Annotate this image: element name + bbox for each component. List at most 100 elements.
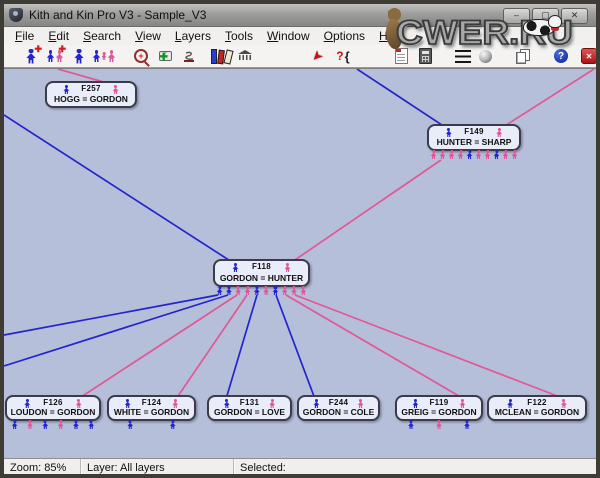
- family-box-F119[interactable]: F119GREIG = GORDON: [395, 395, 483, 421]
- lines-glyph: [455, 50, 471, 63]
- family-box-F126[interactable]: F126LOUDON = GORDON: [5, 395, 101, 421]
- children-row: [109, 419, 194, 429]
- child-male-icon[interactable]: [72, 420, 79, 429]
- child-male-icon[interactable]: [466, 150, 473, 159]
- wife-icon[interactable]: [112, 85, 119, 94]
- menu-help[interactable]: Help: [372, 28, 411, 44]
- family-box-F149[interactable]: F149HUNTER = SHARP: [427, 124, 521, 151]
- relationship-line: [500, 69, 594, 129]
- child-male-icon[interactable]: [88, 420, 95, 429]
- family-icon[interactable]: [92, 46, 116, 66]
- child-male-icon[interactable]: [493, 150, 500, 159]
- books-icon[interactable]: [210, 46, 232, 66]
- add-family-icon[interactable]: ✚: [44, 46, 66, 66]
- family-box-F122[interactable]: F122MCLEAN = GORDON: [487, 395, 587, 421]
- report-icon[interactable]: [390, 46, 412, 66]
- close-button[interactable]: ✕: [561, 8, 588, 24]
- family-id: F118: [215, 262, 308, 271]
- family-id: F244: [299, 398, 378, 407]
- child-female-icon[interactable]: [244, 286, 251, 295]
- menu-search[interactable]: Search: [76, 28, 128, 44]
- family-box-F124[interactable]: F124WHITE = GORDON: [107, 395, 196, 421]
- menu-window[interactable]: Window: [260, 28, 317, 44]
- child-female-icon[interactable]: [436, 420, 443, 429]
- child-female-icon[interactable]: [235, 286, 242, 295]
- family-label: GREIG = GORDON: [397, 407, 481, 417]
- relationship-line: [289, 160, 441, 264]
- family-label: LOUDON = GORDON: [7, 407, 99, 417]
- line-styles-icon[interactable]: [452, 46, 474, 66]
- red-pointer-icon[interactable]: ➤: [306, 46, 328, 66]
- child-male-icon[interactable]: [408, 420, 415, 429]
- relationship-line: [176, 295, 247, 399]
- child-female-icon[interactable]: [502, 150, 509, 159]
- signature-pen-icon[interactable]: [178, 46, 200, 66]
- child-female-icon[interactable]: [281, 286, 288, 295]
- family-label: GORDON = COLE: [299, 407, 378, 417]
- child-female-icon[interactable]: [457, 150, 464, 159]
- add-chart-item-icon[interactable]: T✚: [154, 46, 176, 66]
- exit-icon[interactable]: ✕: [578, 46, 600, 66]
- bank-glyph: [238, 50, 252, 62]
- person-icon[interactable]: [68, 46, 90, 66]
- window-title: Kith and Kin Pro V3 - Sample_V3: [29, 8, 206, 22]
- family-label: GORDON = LOVE: [209, 407, 290, 417]
- child-female-icon[interactable]: [57, 420, 64, 429]
- calculator-icon[interactable]: [414, 46, 436, 66]
- child-male-icon[interactable]: [225, 286, 232, 295]
- child-female-icon[interactable]: [511, 150, 518, 159]
- child-male-icon[interactable]: [272, 286, 279, 295]
- status-zoom: Zoom: 85%: [4, 459, 81, 477]
- relationship-line: [357, 69, 448, 129]
- child-female-icon[interactable]: [484, 150, 491, 159]
- wife-icon[interactable]: [496, 128, 503, 137]
- minimize-button[interactable]: –: [503, 8, 530, 24]
- child-male-icon[interactable]: [11, 420, 18, 429]
- plus-glyph: ✚: [58, 45, 66, 54]
- child-male-icon[interactable]: [127, 420, 134, 429]
- help-icon[interactable]: ?: [550, 46, 572, 66]
- menu-tools[interactable]: Tools: [218, 28, 260, 44]
- maximize-button[interactable]: ▢: [532, 8, 559, 24]
- relationship-line: [276, 295, 315, 399]
- menu-edit[interactable]: Edit: [41, 28, 76, 44]
- child-male-icon[interactable]: [42, 420, 49, 429]
- menu-file[interactable]: File: [8, 28, 41, 44]
- title-bar[interactable]: Kith and Kin Pro V3 - Sample_V3 – ▢ ✕: [4, 4, 596, 27]
- child-female-icon[interactable]: [300, 286, 307, 295]
- child-female-icon[interactable]: [263, 286, 270, 295]
- relationship-line: [295, 295, 565, 399]
- child-female-icon[interactable]: [475, 150, 482, 159]
- menu-options[interactable]: Options: [317, 28, 372, 44]
- family-box-F131[interactable]: F131GORDON = LOVE: [207, 395, 292, 421]
- sphere-glyph: [479, 50, 492, 63]
- chart-canvas[interactable]: F257HOGG = GORDONF149HUNTER = SHARPF118G…: [4, 68, 596, 458]
- child-male-icon[interactable]: [253, 286, 260, 295]
- sphere-icon[interactable]: [474, 46, 496, 66]
- child-male-icon[interactable]: [464, 420, 471, 429]
- child-female-icon[interactable]: [448, 150, 455, 159]
- family-id: F126: [7, 398, 99, 407]
- child-female-icon[interactable]: [430, 150, 437, 159]
- family-box-F118[interactable]: F118GORDON = HUNTER: [213, 259, 310, 287]
- wife-icon[interactable]: [284, 263, 291, 272]
- context-help-icon[interactable]: ?{: [332, 46, 354, 66]
- family-id: F119: [397, 398, 481, 407]
- zoom-icon[interactable]: +: [130, 46, 152, 66]
- menu-layers[interactable]: Layers: [168, 28, 218, 44]
- add-person-icon[interactable]: ✚: [20, 46, 42, 66]
- library-building-icon[interactable]: [234, 46, 256, 66]
- child-female-icon[interactable]: [439, 150, 446, 159]
- relationship-line: [286, 295, 464, 399]
- family-box-F244[interactable]: F244GORDON = COLE: [297, 395, 380, 421]
- relationship-line: [226, 295, 257, 399]
- child-male-icon[interactable]: [216, 286, 223, 295]
- family-box-F257[interactable]: F257HOGG = GORDON: [45, 81, 137, 108]
- family-id: F131: [209, 398, 290, 407]
- export-pages-icon[interactable]: [512, 46, 534, 66]
- child-female-icon[interactable]: [291, 286, 298, 295]
- child-female-icon[interactable]: [26, 420, 33, 429]
- child-male-icon[interactable]: [169, 420, 176, 429]
- person-glyph: [46, 50, 55, 62]
- menu-view[interactable]: View: [128, 28, 168, 44]
